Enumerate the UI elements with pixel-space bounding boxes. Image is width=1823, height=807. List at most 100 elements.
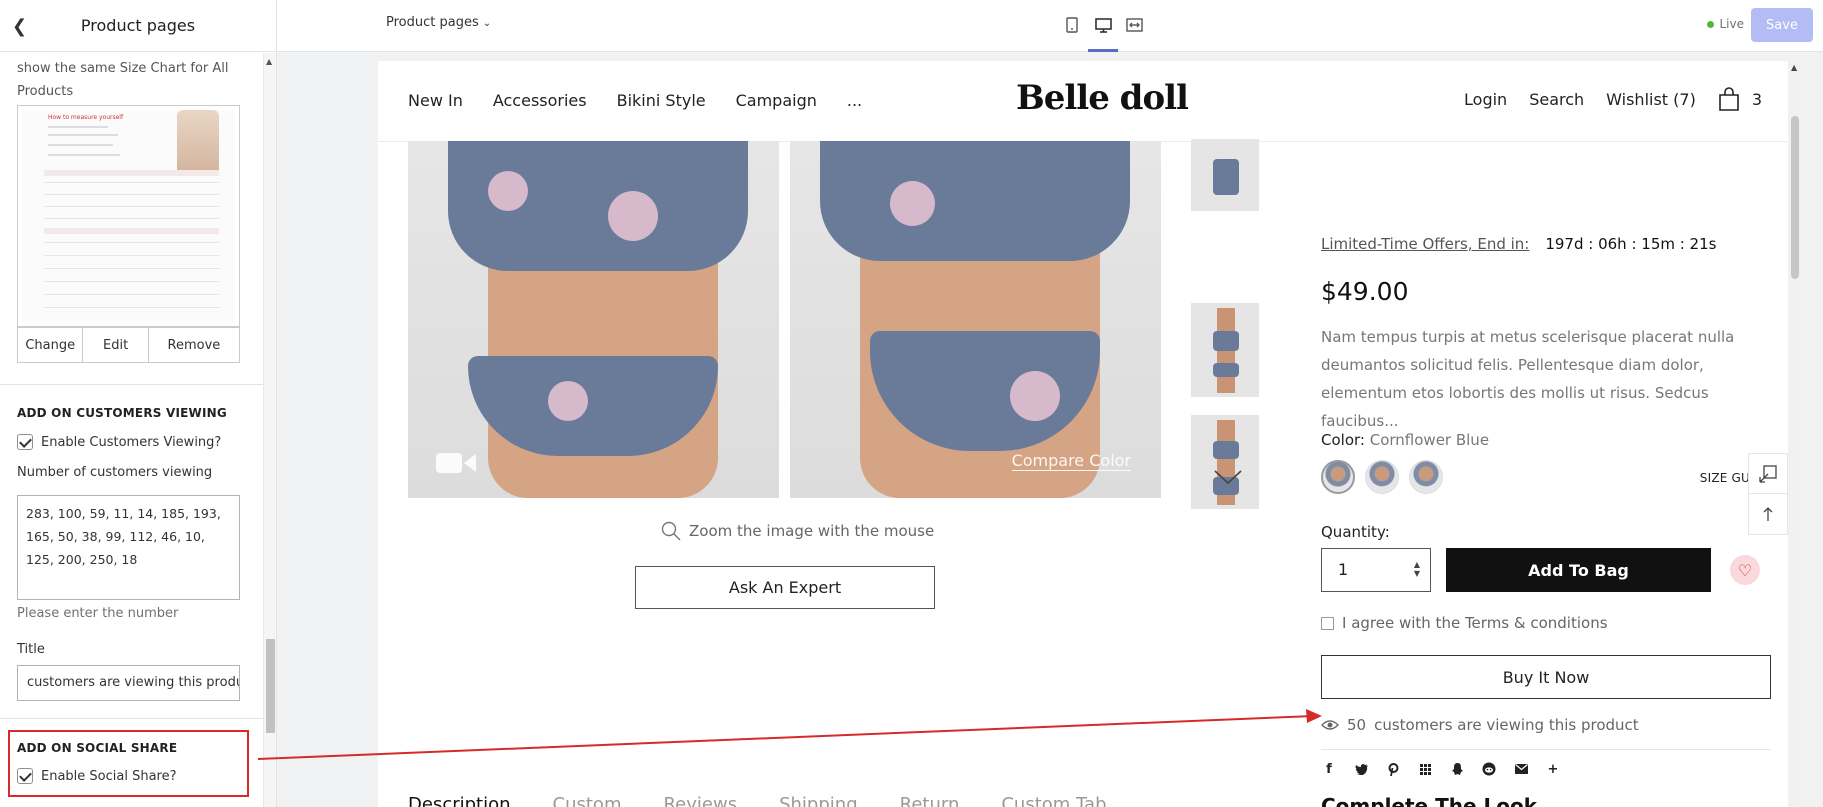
wishlist-link[interactable]: Wishlist (7) — [1606, 90, 1696, 109]
thumbnail-2[interactable] — [1191, 303, 1259, 397]
title-input[interactable]: customers are viewing this product — [17, 665, 240, 701]
chart-text-line — [48, 154, 120, 156]
save-button[interactable]: Save — [1751, 8, 1813, 42]
swatch-2[interactable] — [1365, 460, 1399, 494]
thumbnail-3[interactable] — [1191, 415, 1259, 509]
sidebar-title: Product pages — [80, 16, 196, 35]
quantity-value: 1 — [1338, 560, 1349, 579]
tab-custom[interactable]: Custom — [553, 794, 622, 807]
desktop-view-icon[interactable] — [1088, 14, 1118, 52]
image-actions: Change Edit Remove — [17, 327, 240, 363]
product-image-back[interactable]: Compare Color — [790, 141, 1161, 498]
remove-image-button[interactable]: Remove — [148, 328, 239, 362]
shopping-bag-icon — [1719, 87, 1739, 111]
scroll-up-icon[interactable]: ▲ — [1791, 63, 1797, 72]
thumb-fabric — [1213, 441, 1239, 459]
chart-grid-line — [44, 255, 219, 256]
grid-icon[interactable] — [1417, 761, 1433, 777]
chevron-down-icon: ⌄ — [482, 18, 492, 29]
main-navigation: New In Accessories Bikini Style Campaign… — [408, 91, 862, 110]
nav-item-new-in[interactable]: New In — [408, 91, 463, 110]
floating-tools — [1748, 453, 1788, 535]
nav-item-campaign[interactable]: Campaign — [736, 91, 817, 110]
reddit-icon[interactable] — [1481, 761, 1497, 777]
tab-shipping[interactable]: Shipping — [779, 794, 858, 807]
mobile-view-icon[interactable] — [1063, 14, 1081, 36]
expand-icon[interactable] — [1749, 454, 1787, 494]
zoom-hint-text: Zoom the image with the mouse — [689, 522, 935, 540]
store-header: New In Accessories Bikini Style Campaign… — [378, 61, 1788, 142]
add-to-bag-button[interactable]: Add To Bag — [1446, 548, 1711, 592]
chart-grid-line — [44, 218, 219, 219]
swatch-3[interactable] — [1409, 460, 1443, 494]
enable-customers-viewing-checkbox[interactable]: Enable Customers Viewing? — [17, 434, 221, 450]
number-viewing-textarea[interactable]: 283, 100, 59, 11, 14, 185, 193, 165, 50,… — [17, 495, 240, 600]
scrollbar-thumb[interactable] — [266, 639, 275, 733]
video-camera-icon[interactable] — [436, 451, 476, 479]
checkbox-checked-icon[interactable] — [17, 434, 33, 450]
color-label: Color: — [1321, 431, 1365, 449]
tab-description[interactable]: Description — [408, 794, 511, 807]
nav-item-more[interactable]: ... — [847, 91, 862, 110]
number-help-text: Please enter the number — [17, 606, 179, 621]
heart-icon[interactable]: ♡ — [1730, 555, 1760, 585]
tab-reviews[interactable]: Reviews — [663, 794, 737, 807]
settings-sidebar: ❮ Product pages show the same Size Chart… — [0, 0, 277, 807]
plus-icon[interactable]: + — [1545, 761, 1561, 777]
compare-color-link[interactable]: Compare Color — [1011, 451, 1131, 471]
bikini-top — [820, 141, 1130, 261]
buy-it-now-button[interactable]: Buy It Now — [1321, 655, 1771, 699]
chart-grid-line — [44, 294, 219, 295]
quantity-label: Quantity: — [1321, 523, 1390, 541]
snapchat-icon[interactable] — [1449, 761, 1465, 777]
flower-print — [548, 381, 588, 421]
divider — [1321, 749, 1771, 750]
size-chart-preview: How to measure yourself — [22, 110, 235, 322]
edit-image-button[interactable]: Edit — [83, 328, 149, 362]
thumbnail-next-chevron-icon[interactable] — [1213, 469, 1243, 489]
ask-an-expert-button[interactable]: Ask An Expert — [635, 566, 935, 609]
limited-offer: Limited-Time Offers, End in: 197d : 06h … — [1321, 235, 1716, 253]
search-link[interactable]: Search — [1529, 90, 1584, 109]
preview-scrollbar[interactable]: ▲ — [1788, 61, 1802, 807]
stepper-arrows-icon[interactable]: ▲ ▼ — [1414, 560, 1420, 578]
twitter-icon[interactable] — [1353, 761, 1369, 777]
chart-grid-line — [44, 281, 219, 282]
chart-grid-line — [44, 242, 219, 243]
back-to-top-icon[interactable] — [1749, 494, 1787, 534]
section-divider — [0, 384, 263, 385]
thumb-fabric — [1213, 331, 1239, 351]
change-image-button[interactable]: Change — [18, 328, 84, 362]
sidebar-header: ❮ Product pages — [0, 0, 276, 52]
facebook-icon[interactable]: f — [1321, 761, 1337, 777]
chart-table-header — [44, 228, 219, 234]
viewing-text: customers are viewing this product — [1374, 716, 1639, 734]
product-image-front[interactable] — [408, 141, 779, 498]
flower-print — [890, 181, 935, 226]
nav-item-accessories[interactable]: Accessories — [493, 91, 587, 110]
terms-checkbox[interactable]: I agree with the Terms & conditions — [1321, 614, 1608, 632]
store-logo[interactable]: Belle doll — [1016, 78, 1189, 118]
page-selector[interactable]: Product pages ⌄ — [386, 15, 491, 30]
customers-viewing-section-title: ADD ON CUSTOMERS VIEWING — [17, 406, 227, 420]
tab-custom-tab[interactable]: Custom Tab — [1001, 794, 1106, 807]
scroll-up-icon[interactable]: ▲ — [266, 57, 272, 66]
cart-button[interactable]: 3 — [1718, 87, 1762, 111]
checkbox-icon[interactable] — [1321, 616, 1334, 630]
email-icon[interactable] — [1513, 761, 1529, 777]
nav-item-bikini-style[interactable]: Bikini Style — [617, 91, 706, 110]
sidebar-scrollbar[interactable]: ▲ — [263, 53, 276, 807]
back-arrow-icon[interactable]: ❮ — [12, 16, 27, 37]
swatch-1[interactable] — [1321, 460, 1355, 494]
fullscreen-view-icon[interactable] — [1125, 14, 1143, 36]
offer-label[interactable]: Limited-Time Offers, End in: — [1321, 235, 1529, 253]
pinterest-icon[interactable] — [1385, 761, 1401, 777]
chart-text-line — [48, 126, 108, 128]
tab-return[interactable]: Return — [900, 794, 960, 807]
chart-table-header — [44, 170, 219, 176]
product-price: $49.00 — [1321, 277, 1409, 306]
login-link[interactable]: Login — [1464, 90, 1507, 109]
quantity-stepper[interactable]: 1 ▲ ▼ — [1321, 548, 1431, 592]
thumbnail-1[interactable] — [1191, 139, 1259, 211]
preview-scrollbar-thumb[interactable] — [1791, 116, 1799, 279]
